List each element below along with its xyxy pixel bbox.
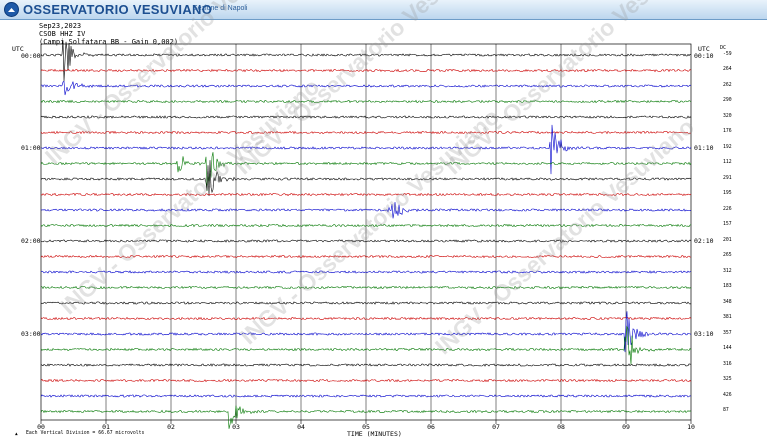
x-tick-label: 06 [427,423,435,431]
x-axis-label: TIME (MINUTES) [347,430,402,438]
triangle-mark-icon: ▲ [15,432,18,437]
x-tick-label: 01 [102,423,110,431]
x-tick-label: 04 [297,423,305,431]
x-tick-label: 09 [622,423,630,431]
footer-note: Each Vertical Division = 66.67 microvolt… [26,431,145,436]
x-tick-label: 02 [167,423,175,431]
x-tick-label: 10 [687,423,695,431]
x-tick-label: 07 [492,423,500,431]
x-tick-label: 08 [557,423,565,431]
seismogram-plot [40,40,692,429]
x-tick-label: 03 [232,423,240,431]
x-tick-label: 00 [37,423,45,431]
